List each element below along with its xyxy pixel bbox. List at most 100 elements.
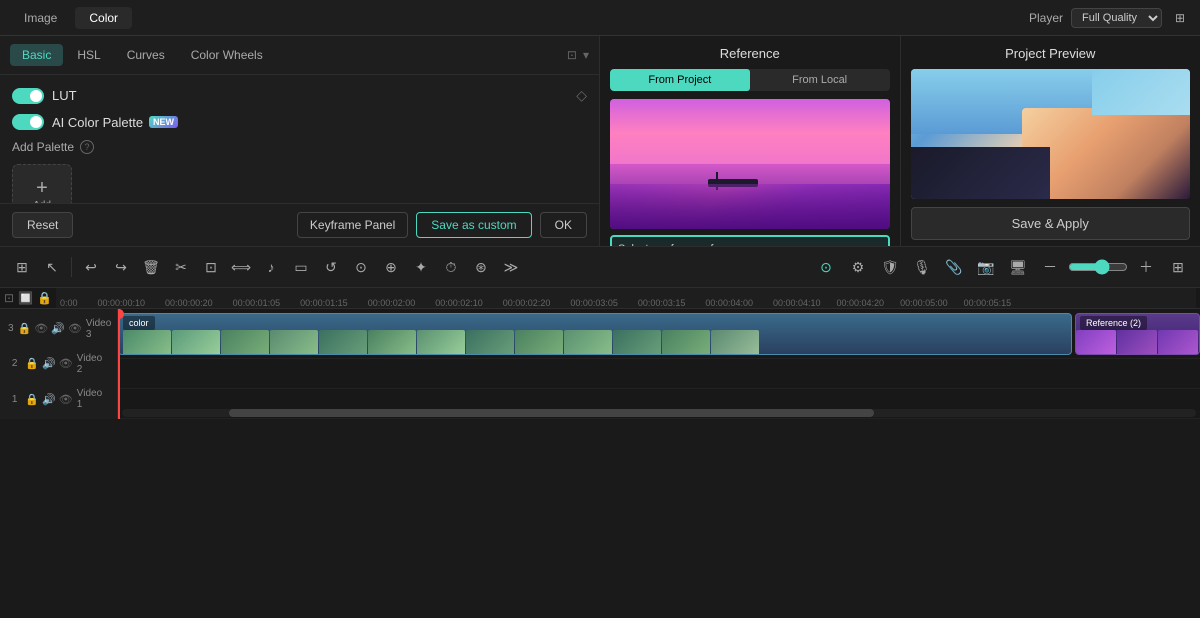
info-icon[interactable]: ?	[80, 140, 94, 154]
track1-vol[interactable]: 🔊	[42, 393, 56, 406]
track3-lock[interactable]: 🔒	[18, 322, 32, 335]
track-labels: 3 🔒 👁 🔊 👁 Video 3 2 🔒 🔊 👁	[0, 309, 118, 419]
ai-palette-toggle[interactable]	[12, 114, 44, 130]
tool-settings[interactable]: ⚙	[844, 253, 872, 281]
clip-thumb-6	[368, 330, 416, 354]
track3-eye[interactable]: 👁	[34, 322, 48, 335]
tool-camera[interactable]: 📷	[972, 253, 1000, 281]
video3-number: 3	[8, 323, 14, 334]
track2-vis[interactable]: 👁	[59, 357, 73, 370]
video3-ref-clip[interactable]: Reference (2)	[1075, 313, 1200, 355]
from-local-tab[interactable]: From Local	[750, 69, 890, 91]
tool-record[interactable]: ⊙	[812, 253, 840, 281]
tool-clip[interactable]: 📎	[940, 253, 968, 281]
tool-redo[interactable]: ↪	[107, 253, 135, 281]
tool-crop[interactable]: ▭	[287, 253, 315, 281]
tool-transform[interactable]: ⊡	[197, 253, 225, 281]
timemark-14: 00:00:05:15	[964, 298, 1012, 308]
tracks-area: 3 🔒 👁 🔊 👁 Video 3 2 🔒 🔊 👁	[0, 309, 1200, 419]
lock-icon[interactable]: 🔒	[37, 291, 52, 305]
clip-thumb-3	[221, 330, 269, 354]
zoom-slider[interactable]	[1068, 259, 1128, 275]
top-bar: Image Color Player Full Quality Half Qua…	[0, 0, 1200, 36]
tool-ripple[interactable]: ⊛	[467, 253, 495, 281]
plus-icon: +	[36, 178, 48, 198]
track2-label: Video 2	[77, 353, 109, 375]
tool-timer[interactable]: ⏱	[437, 253, 465, 281]
clip-thumb-5	[319, 330, 367, 354]
track2-vol[interactable]: 🔊	[42, 357, 56, 370]
video2-track[interactable]	[118, 359, 1200, 389]
tool-select[interactable]: ↖	[38, 253, 66, 281]
quality-select[interactable]: Full Quality Half Quality	[1071, 8, 1162, 28]
track3-vol[interactable]: 🔊	[51, 322, 65, 335]
timeline-header: ⊡ 🔲 🔒 0:00 00:00:00:10 00:00:00:20 00:00…	[0, 288, 1200, 309]
diamond-icon[interactable]: ◇	[576, 87, 587, 104]
keyframe-panel-button[interactable]: Keyframe Panel	[297, 212, 408, 238]
tool-audio[interactable]: ♪	[257, 253, 285, 281]
zoom-out-button[interactable]: －	[1036, 253, 1064, 281]
track1-vis[interactable]: 👁	[59, 393, 73, 406]
tab-color[interactable]: Color	[75, 7, 132, 29]
timemark-12: 00:00:04:20	[837, 298, 885, 308]
tool-fx[interactable]: ✦	[407, 253, 435, 281]
track2-lock[interactable]: 🔒	[25, 357, 39, 370]
zoom-in-button[interactable]: ＋	[1132, 253, 1160, 281]
tab-image[interactable]: Image	[10, 7, 71, 29]
ok-button[interactable]: OK	[540, 212, 587, 238]
tool-layout[interactable]: ⊞	[8, 253, 36, 281]
subtab-colorwheels[interactable]: Color Wheels	[179, 44, 275, 66]
clip-thumb-2	[172, 330, 220, 354]
tool-more[interactable]: ≫	[497, 253, 525, 281]
snap-icon[interactable]: ⊡	[4, 291, 14, 305]
save-apply-button[interactable]: Save & Apply	[911, 207, 1191, 240]
expand-icon[interactable]: ⊡	[567, 48, 577, 62]
tool-split[interactable]: ⟺	[227, 253, 255, 281]
playhead[interactable]	[118, 309, 120, 419]
subtab-curves[interactable]: Curves	[115, 44, 177, 66]
add-palette-row: Add Palette ?	[12, 140, 587, 154]
clip-thumb-12	[662, 330, 710, 354]
save-custom-button[interactable]: Save as custom	[416, 212, 531, 238]
clip-thumb-1	[123, 330, 171, 354]
timemark-11: 00:00:04:10	[773, 298, 821, 308]
tool-undo[interactable]: ↩	[77, 253, 105, 281]
timemark-0: 0:00	[60, 298, 78, 308]
new-badge: NEW	[149, 116, 178, 128]
reset-button[interactable]: Reset	[12, 212, 73, 238]
tool-rotate[interactable]: ↺	[317, 253, 345, 281]
chevron-down-icon[interactable]: ▾	[583, 48, 589, 62]
scrollbar-thumb[interactable]	[229, 409, 873, 417]
add-palette-button[interactable]: + Add	[12, 164, 72, 203]
timeline-scrollbar[interactable]	[122, 409, 1196, 417]
track3-vis[interactable]: 👁	[68, 322, 82, 335]
clip-thumbs-row	[119, 314, 759, 354]
tool-add[interactable]: ⊕	[377, 253, 405, 281]
timemark-5: 00:00:02:00	[368, 298, 416, 308]
timeline: ⊡ 🔲 🔒 0:00 00:00:00:10 00:00:00:20 00:00…	[0, 288, 1200, 408]
magnet-icon[interactable]: 🔲	[18, 291, 33, 305]
tool-cut[interactable]: ✂	[167, 253, 195, 281]
from-project-tab[interactable]: From Project	[610, 69, 750, 91]
toolbar: ⊞ ↖ ↩ ↪ 🗑 ✂ ⊡ ⟺ ♪ ▭ ↺ ⊙ ⊕ ✦ ⏱ ⊛ ≫ ⊙ ⚙ 🛡 …	[0, 246, 1200, 288]
video3-main-clip[interactable]: color	[118, 313, 1072, 355]
subtab-basic[interactable]: Basic	[10, 44, 63, 66]
timemark-3: 00:00:01:05	[233, 298, 281, 308]
ref-thumb-2	[1117, 330, 1157, 354]
grid-view-icon[interactable]: ⊞	[1170, 8, 1190, 28]
timemark-4: 00:00:01:15	[300, 298, 348, 308]
ref-thumb-1	[1076, 330, 1116, 354]
tool-screen[interactable]: 🖥	[1004, 253, 1032, 281]
timeline-ruler: 0:00 00:00:00:10 00:00:00:20 00:00:01:05…	[56, 288, 1196, 308]
video3-track[interactable]: color	[118, 309, 1200, 359]
tool-delete[interactable]: 🗑	[137, 253, 165, 281]
tool-mic[interactable]: 🎙	[908, 253, 936, 281]
ruler-content: 0:00 00:00:00:10 00:00:00:20 00:00:01:05…	[56, 288, 1196, 308]
tool-zoom-fit[interactable]: ⊙	[347, 253, 375, 281]
lut-toggle[interactable]	[12, 88, 44, 104]
tool-shield[interactable]: 🛡	[876, 253, 904, 281]
top-bar-right: Player Full Quality Half Quality ⊞	[1029, 8, 1190, 28]
layout-toggle[interactable]: ⊞	[1164, 253, 1192, 281]
subtab-hsl[interactable]: HSL	[65, 44, 112, 66]
track1-lock[interactable]: 🔒	[25, 393, 39, 406]
